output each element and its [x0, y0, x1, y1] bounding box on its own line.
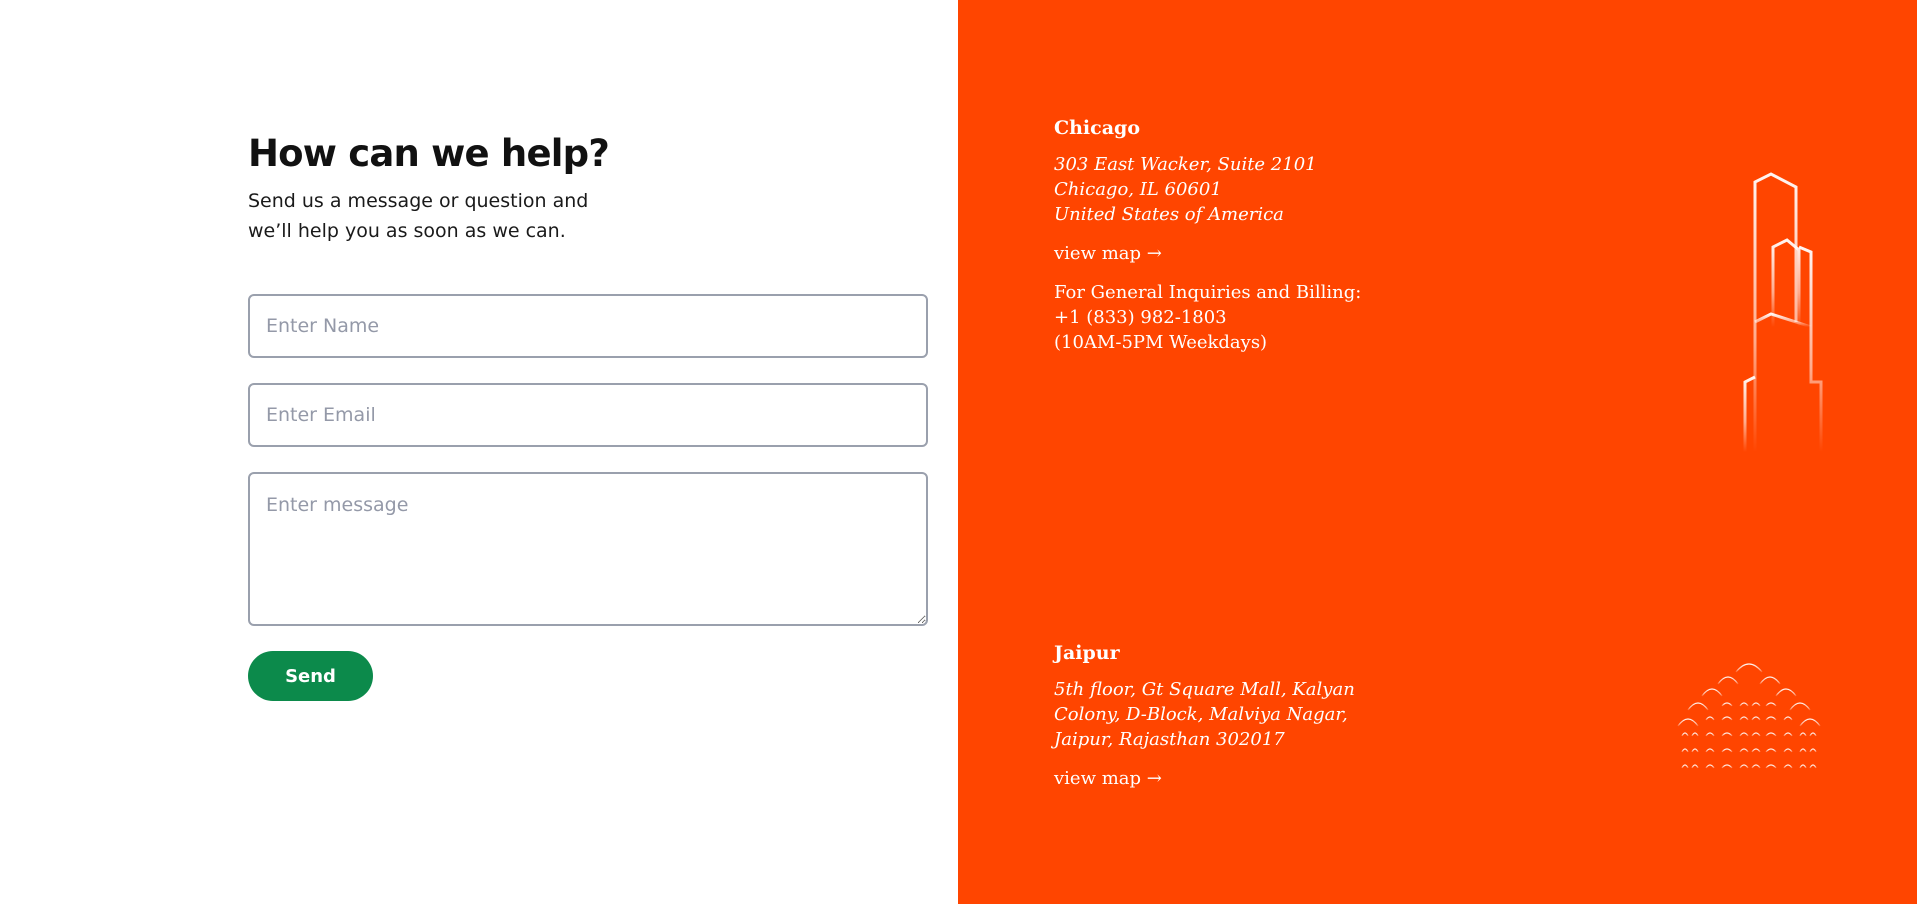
location-chicago: Chicago 303 East Wacker, Suite 2101 Chic…	[1054, 116, 1361, 355]
email-input[interactable]	[248, 383, 928, 447]
send-button[interactable]: Send	[248, 651, 373, 701]
address-line: United States of America	[1054, 204, 1284, 225]
city-name-jaipur: Jaipur	[1054, 642, 1120, 664]
address-chicago: 303 East Wacker, Suite 2101 Chicago, IL …	[1054, 152, 1361, 227]
skyscraper-icon	[1743, 117, 1823, 452]
locations-panel: Chicago 303 East Wacker, Suite 2101 Chic…	[958, 0, 1917, 904]
contact-page: How can we help? Send us a message or qu…	[0, 0, 1917, 904]
phone-number: +1 (833) 982-1803	[1054, 307, 1227, 328]
city-name-chicago: Chicago	[1054, 117, 1140, 139]
location-jaipur: Jaipur 5th floor, Gt Square Mall, Kalyan…	[1054, 641, 1374, 791]
contact-form-panel: How can we help? Send us a message or qu…	[0, 0, 958, 904]
palace-icon	[1677, 652, 1821, 786]
office-hours: (10AM-5PM Weekdays)	[1054, 332, 1268, 353]
address-jaipur: 5th floor, Gt Square Mall, Kalyan Colony…	[1054, 679, 1355, 750]
view-map-link-jaipur[interactable]: view map →	[1054, 767, 1162, 791]
form-description: Send us a message or question and we’ll …	[248, 190, 589, 242]
contact-form: How can we help? Send us a message or qu…	[248, 130, 928, 701]
page-title: How can we help?	[248, 132, 610, 175]
name-input[interactable]	[248, 294, 928, 358]
view-map-link-chicago[interactable]: view map →	[1054, 242, 1162, 266]
message-textarea[interactable]	[248, 472, 928, 626]
contact-line: For General Inquiries and Billing:	[1054, 282, 1362, 303]
address-line: 303 East Wacker, Suite 2101	[1054, 154, 1317, 175]
address-line: Chicago, IL 60601	[1054, 179, 1222, 200]
contact-info-chicago: For General Inquiries and Billing: +1 (8…	[1054, 280, 1361, 355]
